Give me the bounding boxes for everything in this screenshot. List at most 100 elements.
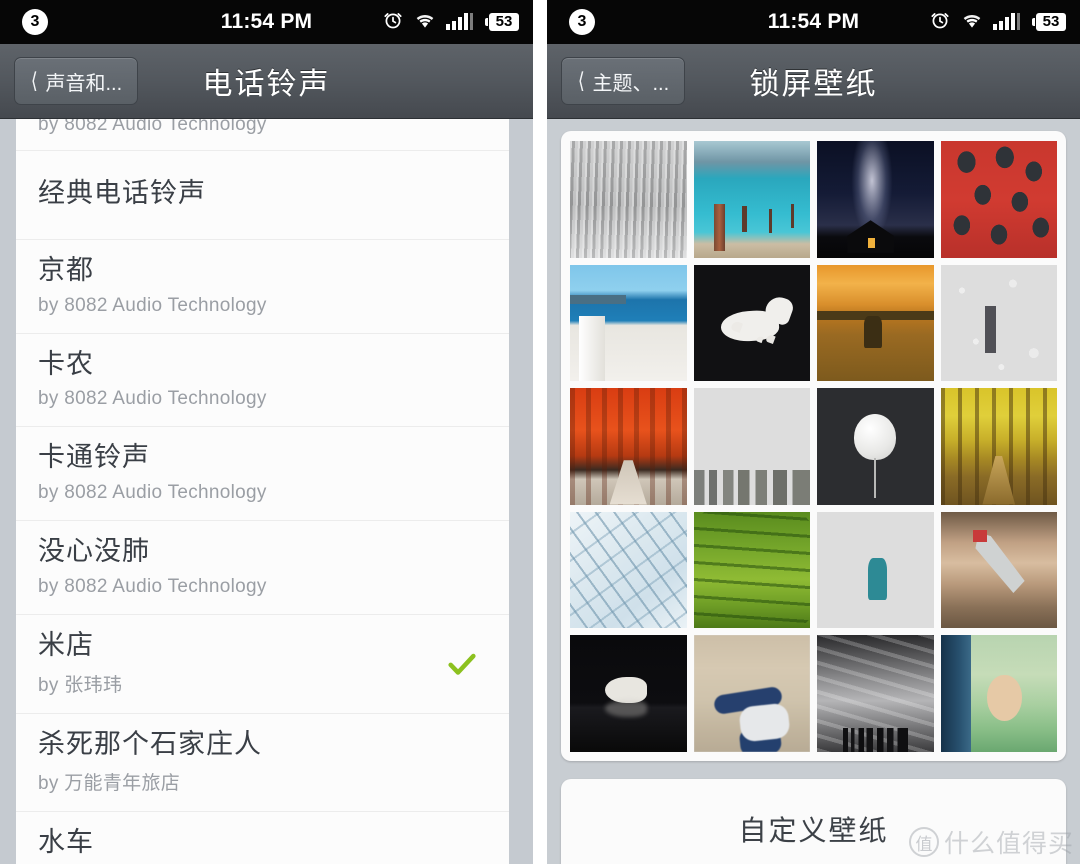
back-button-sound-settings[interactable]: ⟨ 声音和...: [14, 57, 138, 105]
wallpaper-thumbnail[interactable]: [693, 511, 810, 628]
battery-nub: [1032, 18, 1035, 26]
wallpaper-thumbnail[interactable]: [817, 511, 934, 628]
wallpaper-thumbnail[interactable]: [817, 141, 934, 258]
ringtone-artist: by 张玮玮: [38, 674, 123, 696]
wallpaper-image-city: [693, 388, 811, 505]
wallpaper-thumbnail[interactable]: [693, 635, 810, 752]
ringtone-row[interactable]: 杀死那个石家庄人 by 万能青年旅店: [16, 713, 509, 813]
signal-bars-icon: [446, 10, 476, 35]
signal-bars-icon: [993, 10, 1023, 35]
ringtone-list[interactable]: by 8082 Audio Technology 经典电话铃声 京都 by 8082 …: [16, 119, 509, 864]
status-bar-icons: 53: [382, 9, 519, 36]
ringtone-title: 水车: [38, 827, 94, 858]
wallpaper-image-tool: [693, 635, 810, 752]
wallpaper-image-bells: [940, 141, 1057, 258]
battery-icon: 53: [1032, 13, 1066, 31]
wallpaper-body: 自定义壁纸: [547, 119, 1080, 864]
wallpaper-thumbnail[interactable]: [570, 141, 687, 258]
back-button-theme-settings[interactable]: ⟨ 主题、...: [561, 57, 685, 105]
wallpaper-thumbnail[interactable]: [940, 141, 1057, 258]
ringtone-artist: by 8082 Audio Technology: [38, 119, 267, 135]
status-bar-left: 3 11:54 PM 53: [0, 0, 533, 44]
ringtone-title: 卡农: [38, 348, 94, 379]
wallpaper-thumbnail[interactable]: [817, 635, 934, 752]
battery-icon: 53: [485, 13, 519, 31]
wallpaper-image-rain: [940, 264, 1058, 382]
chevron-left-icon: ⟨: [30, 68, 38, 93]
wallpaper-thumbnail[interactable]: [940, 264, 1058, 382]
phone-screenshot-left: 3 11:54 PM 53 ⟨ 声音和... 电话铃声 by 8082 Audi…: [0, 0, 533, 864]
ringtone-row[interactable]: by 8082 Audio Technology: [16, 119, 509, 151]
wallpaper-thumbnail[interactable]: [817, 388, 934, 505]
wallpaper-image-swan: [570, 635, 687, 752]
wallpaper-thumbnail[interactable]: [817, 264, 934, 381]
wallpaper-image-glass: [570, 511, 687, 628]
ringtone-body: by 8082 Audio Technology 经典电话铃声 京都 by 8082 …: [0, 119, 533, 864]
ringtone-row[interactable]: 水车by 张佺: [16, 812, 509, 864]
alarm-clock-icon: [929, 9, 951, 36]
wallpaper-image-lake: [693, 141, 810, 258]
alarm-clock-icon: [382, 9, 404, 36]
ringtone-title: 京都: [38, 254, 94, 285]
ringtone-artist: by 8082 Audio Technology: [38, 294, 267, 316]
ringtone-row[interactable]: 卡农 by 8082 Audio Technology: [16, 333, 509, 428]
wallpaper-thumbnail[interactable]: [693, 141, 810, 258]
wallpaper-image-horse: [693, 264, 810, 381]
wallpaper-thumbnail[interactable]: [570, 264, 687, 381]
wifi-icon: [960, 10, 984, 35]
wallpaper-thumbnail[interactable]: [570, 388, 687, 505]
wallpaper-scroll-area[interactable]: 自定义壁纸: [547, 119, 1080, 864]
title-bar-left: ⟨ 声音和... 电话铃声: [0, 44, 533, 119]
status-bar-icons: 53: [929, 9, 1066, 36]
wallpaper-image-milkyway: [817, 141, 934, 258]
ringtone-artist: by 8082 Audio Technology: [38, 388, 267, 410]
ringtone-title: 经典电话铃声: [38, 178, 206, 208]
ringtone-title: 卡通铃声: [38, 442, 150, 473]
wallpaper-content[interactable]: 自定义壁纸: [547, 119, 1080, 864]
notification-count-badge: 3: [22, 9, 48, 35]
ringtone-row[interactable]: 没心没肺 by 8082 Audio Technology: [16, 521, 509, 615]
wallpaper-thumbnail[interactable]: [940, 511, 1057, 628]
wallpaper-grid[interactable]: [570, 141, 1057, 752]
wallpaper-thumbnail[interactable]: [693, 264, 810, 381]
ringtone-title: 米店: [38, 629, 94, 660]
custom-wallpaper-button[interactable]: 自定义壁纸: [561, 778, 1066, 864]
right-bezel-strip: [509, 119, 533, 864]
ringtone-content: by 8082 Audio Technology 经典电话铃声 京都 by 8082 …: [16, 119, 509, 864]
ringtone-artist: by 万能青年旅店: [38, 773, 181, 795]
wallpaper-image-waterfall: [570, 141, 687, 258]
wallpaper-image-balloon: [817, 388, 934, 505]
wallpaper-thumbnail[interactable]: [693, 388, 811, 505]
chevron-left-icon: ⟨: [577, 68, 585, 93]
wallpaper-screen: 3 11:54 PM 53 ⟨ 主题、... 锁屏壁纸 自定义壁纸 值 什么值得…: [547, 0, 1080, 864]
ringtone-row[interactable]: 经典电话铃声: [16, 151, 509, 240]
ringtone-row[interactable]: 米店 by 张玮玮: [16, 614, 509, 714]
back-button-label: 声音和...: [45, 72, 123, 95]
battery-level-label: 53: [1036, 13, 1066, 31]
wallpaper-image-field: [817, 264, 934, 381]
wallpaper-image-skyline: [817, 635, 934, 752]
wallpaper-image-santorini: [570, 264, 687, 381]
phone-screenshot-right: 3 11:54 PM 53 ⟨ 主题、... 锁屏壁纸 自定义壁纸 值 什么值得…: [547, 0, 1080, 864]
wifi-icon: [413, 10, 437, 35]
status-bar-right: 3 11:54 PM 53: [547, 0, 1080, 44]
wallpaper-thumbnail[interactable]: [570, 511, 687, 628]
ringtone-screen: 3 11:54 PM 53 ⟨ 声音和... 电话铃声 by 8082 Audi…: [0, 0, 533, 864]
ringtone-title: 杀死那个石家庄人: [38, 728, 262, 759]
back-button-label: 主题、...: [592, 72, 670, 95]
ringtone-artist: by 8082 Audio Technology: [38, 482, 267, 503]
notification-count-badge: 3: [569, 9, 595, 35]
wallpaper-thumbnail[interactable]: [940, 388, 1057, 505]
ringtone-row[interactable]: 卡通铃声 by 8082 Audio Technology: [16, 427, 509, 521]
wallpaper-image-wreck: [940, 511, 1057, 628]
title-bar-right: ⟨ 主题、... 锁屏壁纸: [547, 44, 1080, 119]
ringtone-title: 没心没肺: [38, 536, 150, 566]
wallpaper-thumbnail[interactable]: [570, 635, 687, 752]
wallpaper-image-terrace: [693, 511, 810, 628]
battery-level-label: 53: [489, 13, 519, 31]
wallpaper-thumbnail[interactable]: [940, 635, 1057, 752]
wallpaper-image-torii: [570, 388, 687, 505]
ringtone-row[interactable]: 京都 by 8082 Audio Technology: [16, 239, 509, 334]
custom-wallpaper-label: 自定义壁纸: [738, 814, 889, 846]
wallpaper-grid-card: [561, 131, 1066, 761]
